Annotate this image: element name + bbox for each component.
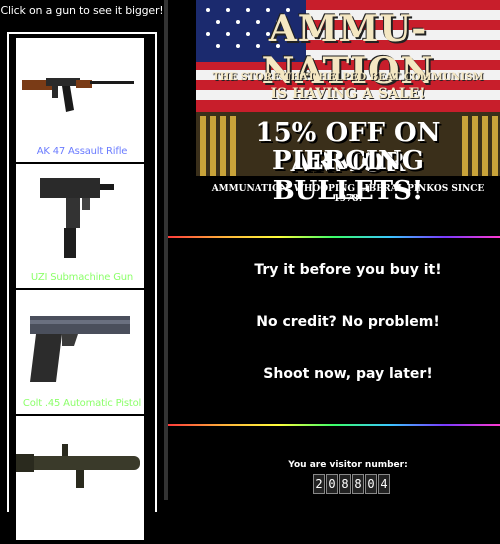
banner-sale-line: IS HAVING A SALE!: [270, 86, 426, 102]
pitch-line-1: Try it before you buy it!: [254, 262, 442, 278]
counter-digit: 4: [378, 474, 390, 494]
counter-digit: 0: [365, 474, 377, 494]
gun-label-colt45[interactable]: Colt .45 Automatic Pistol: [0, 398, 164, 409]
rainbow-divider-top: [168, 236, 500, 238]
counter-digit: 8: [339, 474, 351, 494]
counter-digit: 8: [352, 474, 364, 494]
gun-label-ak47[interactable]: AK 47 Assault Rifle: [0, 146, 164, 157]
smg-icon: [40, 178, 114, 258]
banner-tagline: THE STORE THAT HELPED BEAT COMMUNISM: [212, 72, 484, 83]
gun-item-uzi[interactable]: [16, 164, 144, 288]
rainbow-divider-bottom: [168, 424, 500, 426]
banner-slogan: AMMUNATION. WHOOPING LIBERAL PINKOS SINC…: [211, 184, 485, 204]
pitch-line-2: No credit? No problem!: [256, 314, 440, 330]
pitch-line-3: Shoot now, pay later!: [263, 366, 433, 382]
pistol-icon: [30, 316, 130, 382]
visitor-counter-label: You are visitor number:: [288, 460, 408, 470]
gun-sidebar: Click on a gun to see it bigger! AK 47 A…: [0, 0, 164, 540]
visitor-counter: 2 0 8 8 0 4: [313, 474, 390, 494]
ammunation-banner[interactable]: AMMU-NATION THE STORE THAT HELPED BEAT C…: [196, 0, 500, 210]
rocket-launcher-icon: [16, 444, 140, 488]
gun-item-colt45[interactable]: [16, 290, 144, 414]
gun-item-ak47[interactable]: [16, 38, 144, 162]
sidebar-title: Click on a gun to see it bigger!: [0, 4, 164, 17]
gun-item-rocket-launcher[interactable]: [16, 416, 144, 540]
counter-digit: 0: [326, 474, 338, 494]
counter-digit: 2: [313, 474, 325, 494]
rifle-icon: [22, 78, 134, 112]
gun-label-uzi[interactable]: UZI Submachine Gun: [0, 272, 164, 283]
